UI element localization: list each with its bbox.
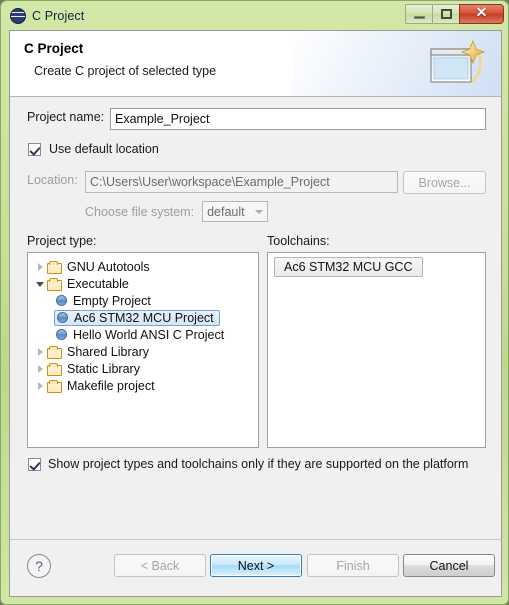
dialog-body: C Project Create C project of selected t… [9, 30, 502, 597]
tree-item-selection: Ac6 STM32 MCU Project [54, 309, 220, 326]
title-bar[interactable]: C Project ✕ [1, 1, 508, 30]
eclipse-circle-icon [10, 7, 26, 24]
next-button[interactable]: Next > [210, 554, 302, 577]
maximize-button[interactable] [432, 4, 460, 24]
tree-item-label: Shared Library [67, 344, 149, 359]
tree-item-label: Executable [67, 276, 129, 291]
twisty-collapsed-icon[interactable] [34, 345, 47, 358]
show-supported-checkbox[interactable] [28, 457, 41, 471]
use-default-location-label: Use default location [49, 142, 159, 156]
tree-item-label: Static Library [67, 361, 140, 376]
minimize-button[interactable] [405, 4, 433, 24]
project-bullet-icon [57, 312, 68, 323]
tree-item-label: Empty Project [73, 293, 151, 308]
tree-item[interactable]: Shared Library [28, 343, 258, 360]
tree-item[interactable]: Hello World ANSI C Project [28, 326, 258, 343]
page-subtitle: Create C project of selected type [34, 64, 217, 78]
twisty-expanded-icon[interactable] [34, 277, 47, 290]
toolchains-label: Toolchains: [267, 234, 330, 248]
finish-button[interactable]: Finish [307, 554, 399, 577]
chevron-down-icon [255, 209, 264, 214]
help-icon[interactable]: ? [27, 554, 51, 578]
project-bullet-icon [56, 329, 67, 340]
location-input[interactable] [85, 171, 398, 193]
dialog-footer: ? < Back Next > Finish Cancel [10, 539, 501, 596]
back-button[interactable]: < Back [114, 554, 206, 577]
close-button[interactable]: ✕ [459, 4, 504, 24]
file-system-combo[interactable]: default [202, 201, 269, 222]
project-type-tree[interactable]: GNU Autotools Executable Empty Project Ac6 … [27, 252, 259, 448]
tree-item[interactable]: Makefile project [28, 377, 258, 394]
tree-item[interactable]: Empty Project [28, 292, 258, 309]
minimize-icon [413, 15, 425, 19]
show-supported-row[interactable]: Show project types and toolchains only i… [28, 457, 468, 471]
tree-item-label: Makefile project [67, 378, 155, 393]
project-name-row: Project name: [27, 110, 104, 124]
tree-item-inner: Empty Project [56, 294, 151, 308]
tree-item-inner: Hello World ANSI C Project [56, 328, 224, 342]
file-system-value: default [207, 204, 245, 219]
maximize-icon [440, 9, 452, 19]
show-supported-label: Show project types and toolchains only i… [48, 457, 469, 471]
tree-item-label: Hello World ANSI C Project [73, 327, 225, 342]
twisty-collapsed-icon[interactable] [34, 379, 47, 392]
page-title: C Project [24, 41, 84, 56]
browse-button[interactable]: Browse... [403, 171, 486, 194]
file-system-label: Choose file system: [85, 204, 195, 219]
folder-icon [47, 379, 62, 393]
folder-icon [47, 362, 62, 376]
project-name-input[interactable] [110, 108, 486, 130]
project-type-label-row: Project type: [27, 234, 96, 248]
folder-icon [47, 345, 62, 359]
project-bullet-icon [56, 295, 67, 306]
location-row: Location: [27, 173, 78, 187]
tree-item-label: Ac6 STM32 MCU Project [74, 310, 214, 325]
toolchains-list[interactable]: Ac6 STM32 MCU GCC [267, 252, 486, 448]
tree-item[interactable]: Executable [28, 275, 258, 292]
use-default-location-row[interactable]: Use default location [28, 142, 159, 156]
cancel-button[interactable]: Cancel [403, 554, 495, 577]
use-default-location-checkbox[interactable] [28, 142, 41, 156]
folder-icon [47, 277, 62, 291]
twisty-collapsed-icon[interactable] [34, 260, 47, 273]
file-system-row: Choose file system: default [85, 201, 269, 222]
twisty-collapsed-icon[interactable] [34, 362, 47, 375]
dialog-window: C Project ✕ C Project Create C project o… [0, 0, 509, 605]
dialog-content: Project name: Use default location Locat… [10, 97, 501, 540]
toolchain-item[interactable]: Ac6 STM32 MCU GCC [274, 257, 423, 277]
folder-icon [47, 260, 62, 274]
toolchains-label-row: Toolchains: [267, 234, 330, 248]
location-label: Location: [27, 173, 78, 187]
close-icon: ✕ [475, 6, 488, 21]
window-controls: ✕ [405, 3, 504, 25]
wizard-banner: C Project Create C project of selected t… [10, 31, 501, 97]
tree-item[interactable]: Static Library [28, 360, 258, 377]
tree-item[interactable]: GNU Autotools [28, 258, 258, 275]
tree-item[interactable]: Ac6 STM32 MCU Project [28, 309, 258, 326]
window-title: C Project [32, 8, 85, 23]
new-project-wizard-icon [430, 39, 486, 83]
project-name-label: Project name: [27, 110, 105, 124]
tree-item-label: GNU Autotools [67, 259, 150, 274]
project-type-label: Project type: [27, 234, 97, 248]
